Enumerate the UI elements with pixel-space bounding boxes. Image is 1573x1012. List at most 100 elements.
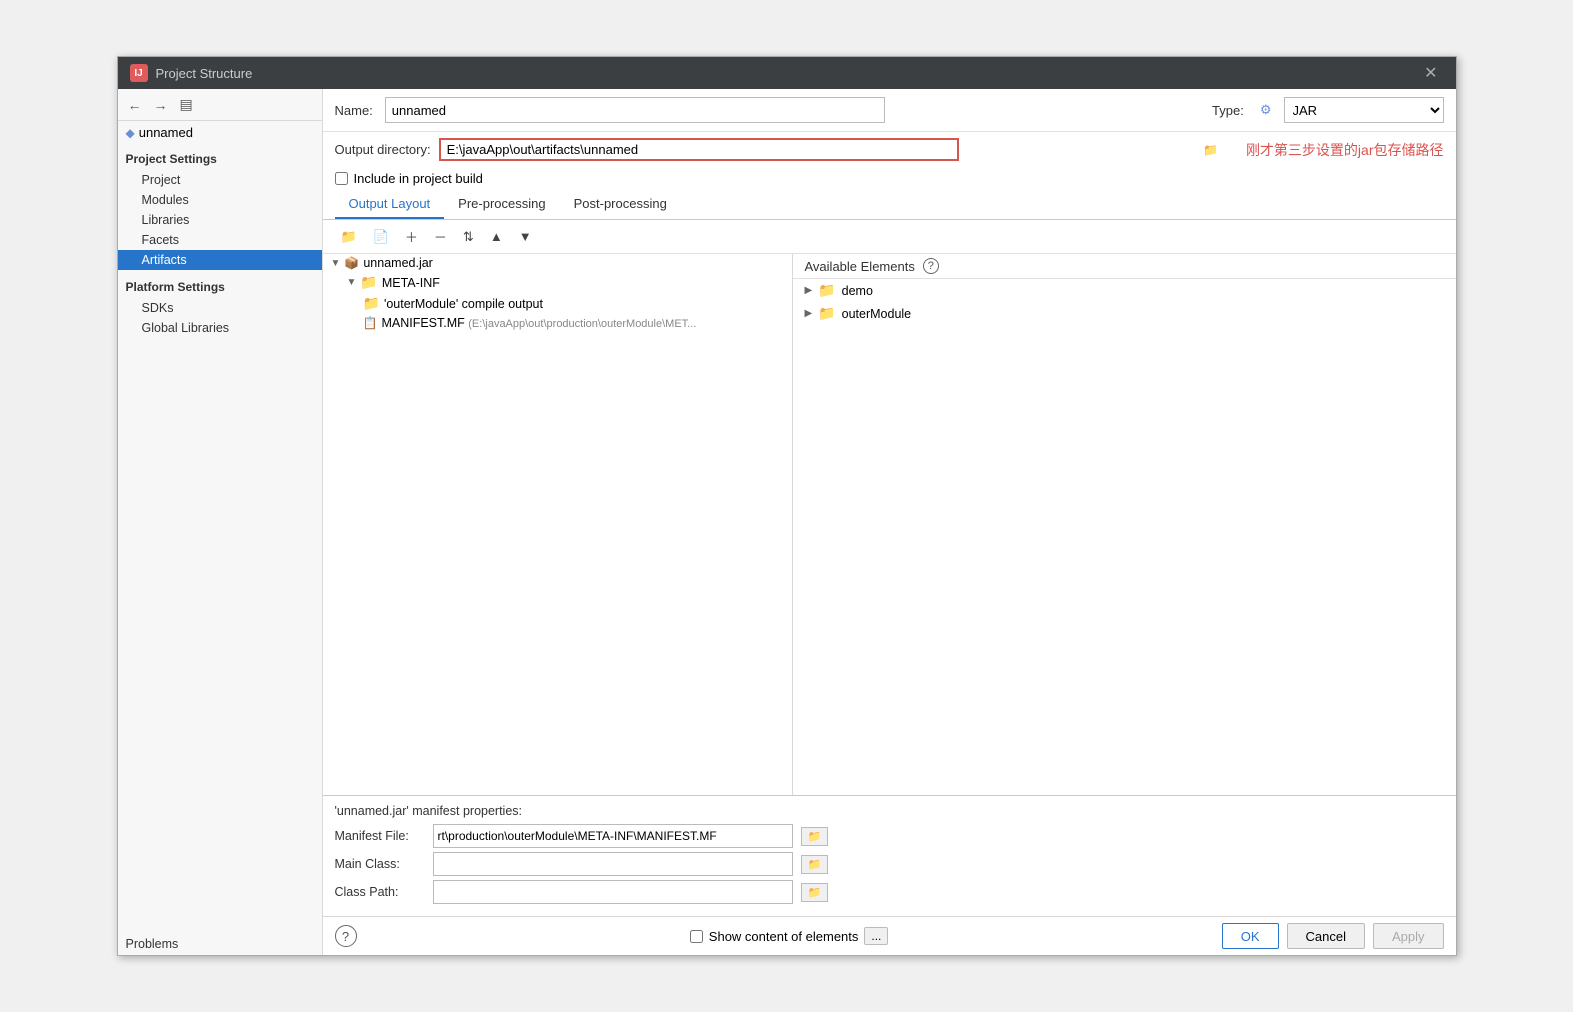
forward-button[interactable]: → <box>150 95 172 115</box>
avail-item-demo[interactable]: ▶ 📁 demo <box>793 279 1456 302</box>
module-icon: ◆ <box>126 126 135 140</box>
type-icon: ⚙ <box>1260 102 1272 118</box>
tree-node-unnamed-jar[interactable]: ▼ 📦 unnamed.jar <box>323 254 792 272</box>
split-pane: ▼ 📦 unnamed.jar ▼ 📁 META-INF 📁 <box>323 254 1456 795</box>
sidebar-item-global-libraries[interactable]: Global Libraries <box>118 318 322 338</box>
close-button[interactable]: ✕ <box>1418 61 1443 85</box>
available-elements-header: Available Elements ? <box>793 254 1456 279</box>
move-down-button[interactable]: ▼ <box>513 226 538 247</box>
manifest-file-input[interactable] <box>433 824 793 848</box>
avail-item-demo-label: demo <box>842 284 873 298</box>
main-class-row: Main Class: 📁 <box>335 852 1444 876</box>
show-content-checkbox[interactable] <box>690 930 703 943</box>
nav-toolbar: ← → ▤ <box>118 89 322 121</box>
tree-node-outer-module-output[interactable]: 📁 'outerModule' compile output <box>323 293 792 314</box>
window-title: Project Structure <box>156 66 253 81</box>
available-elements-panel: Available Elements ? ▶ 📁 demo ▶ 📁 outerM… <box>793 254 1456 795</box>
avail-item-outer-module-label: outerModule <box>842 307 912 321</box>
cancel-button[interactable]: Cancel <box>1287 923 1365 949</box>
help-icon-elements[interactable]: ? <box>923 258 939 274</box>
tree-node-label-meta-inf: META-INF <box>382 276 440 290</box>
manifest-file-row: Manifest File: 📁 <box>335 824 1444 848</box>
manifest-properties-title: 'unnamed.jar' manifest properties: <box>335 804 1444 818</box>
remove-button[interactable]: － <box>428 224 453 249</box>
manifest-file-browse-button[interactable]: 📁 <box>801 827 829 846</box>
output-dir-label: Output directory: <box>335 142 431 157</box>
platform-settings-header: Platform Settings <box>118 270 322 298</box>
tree-node-label-outer-module: 'outerModule' compile output <box>384 297 543 311</box>
tab-post-processing[interactable]: Post-processing <box>560 190 681 219</box>
tree-node-meta-inf[interactable]: ▼ 📁 META-INF <box>323 272 792 293</box>
sidebar-item-project[interactable]: Project <box>118 170 322 190</box>
main-class-input[interactable] <box>433 852 793 876</box>
add-button[interactable]: ＋ <box>399 224 424 249</box>
manifest-file-label: Manifest File: <box>335 829 425 843</box>
annotation-text: 刚才第三步设置的jar包存储路径 <box>1246 140 1444 160</box>
sidebar-item-artifacts[interactable]: Artifacts <box>118 250 322 270</box>
folder-icon-meta-inf: 📁 <box>360 274 377 291</box>
main-class-label: Main Class: <box>335 857 425 871</box>
tab-output-layout[interactable]: Output Layout <box>335 190 445 219</box>
output-dir-browse-button[interactable]: 📁 <box>1203 143 1218 157</box>
sidebar-item-unnamed[interactable]: ◆ unnamed <box>118 121 322 144</box>
folder-icon-demo: 📁 <box>818 282 835 299</box>
class-path-browse-button[interactable]: 📁 <box>801 883 829 902</box>
manifest-icon: 📋 <box>363 316 378 330</box>
output-dir-box <box>439 138 959 161</box>
back-button[interactable]: ← <box>124 95 146 115</box>
ok-cancel-row: OK Cancel Apply <box>1222 923 1444 949</box>
type-select[interactable]: JAR <box>1284 97 1444 123</box>
available-elements-label: Available Elements <box>805 259 915 274</box>
sidebar-item-modules[interactable]: Modules <box>118 190 322 210</box>
type-label: Type: <box>1212 103 1244 118</box>
name-label: Name: <box>335 103 373 118</box>
right-panel: Name: Type: ⚙ JAR Output directory: 📁 刚才… <box>323 89 1456 955</box>
include-label: Include in project build <box>354 171 483 186</box>
output-layout-tree: ▼ 📦 unnamed.jar ▼ 📁 META-INF 📁 <box>323 254 793 795</box>
name-input[interactable] <box>385 97 885 123</box>
sidebar-item-libraries[interactable]: Libraries <box>118 210 322 230</box>
show-content-row: Show content of elements ... <box>690 927 889 945</box>
class-path-label: Class Path: <box>335 885 425 899</box>
manifest-properties-section: 'unnamed.jar' manifest properties: Manif… <box>323 795 1456 916</box>
dotdotdot-button[interactable]: ... <box>864 927 888 945</box>
bottom-bar: ? Show content of elements ... OK Cancel… <box>323 916 1456 955</box>
titlebar: IJ Project Structure ✕ <box>118 57 1456 89</box>
project-settings-header: Project Settings <box>118 144 322 170</box>
recent-button[interactable]: ▤ <box>176 94 197 115</box>
tabs-bar: Output Layout Pre-processing Post-proces… <box>323 190 1456 220</box>
main-class-browse-button[interactable]: 📁 <box>801 855 829 874</box>
sidebar-item-facets[interactable]: Facets <box>118 230 322 250</box>
include-checkbox[interactable] <box>335 172 348 185</box>
main-content: ← → ▤ ◆ unnamed Project Settings Project… <box>118 89 1456 955</box>
tree-node-manifest-mf[interactable]: 📋 MANIFEST.MF (E:\javaApp\out\production… <box>323 314 792 332</box>
output-dir-row: Output directory: 📁 刚才第三步设置的jar包存储路径 <box>323 132 1456 167</box>
avail-item-outer-module[interactable]: ▶ 📁 outerModule <box>793 302 1456 325</box>
tree-node-label-manifest: MANIFEST.MF (E:\javaApp\out\production\o… <box>381 316 696 330</box>
add-directory-button[interactable]: 📁 <box>335 226 363 248</box>
folder-icon-outer-module-avail: 📁 <box>818 305 835 322</box>
include-row: Include in project build <box>323 167 1456 190</box>
folder-icon-outer-module: 📁 <box>363 295 380 312</box>
name-type-row: Name: Type: ⚙ JAR <box>323 89 1456 132</box>
ok-button[interactable]: OK <box>1222 923 1279 949</box>
sidebar-item-sdks[interactable]: SDKs <box>118 298 322 318</box>
sidebar-item-label: unnamed <box>139 125 193 140</box>
tab-pre-processing[interactable]: Pre-processing <box>444 190 559 219</box>
tree-node-label-unnamed-jar: unnamed.jar <box>363 256 433 270</box>
project-structure-dialog: IJ Project Structure ✕ ← → ▤ ◆ unnamed P… <box>117 56 1457 956</box>
sidebar-item-problems[interactable]: Problems <box>118 929 322 955</box>
class-path-input[interactable] <box>433 880 793 904</box>
class-path-row: Class Path: 📁 <box>335 880 1444 904</box>
add-file-button[interactable]: 📄 <box>367 226 395 248</box>
intellij-logo: IJ <box>130 64 148 82</box>
move-up-button[interactable]: ▲ <box>484 226 509 247</box>
titlebar-left: IJ Project Structure <box>130 64 253 82</box>
apply-button[interactable]: Apply <box>1373 923 1444 949</box>
output-dir-input[interactable] <box>447 142 951 157</box>
sort-button[interactable]: ⇅ <box>457 226 480 248</box>
layout-toolbar: 📁 📄 ＋ － ⇅ ▲ ▼ <box>323 220 1456 254</box>
show-content-label: Show content of elements <box>709 929 859 944</box>
help-button[interactable]: ? <box>335 925 357 947</box>
sidebar: ← → ▤ ◆ unnamed Project Settings Project… <box>118 89 323 955</box>
